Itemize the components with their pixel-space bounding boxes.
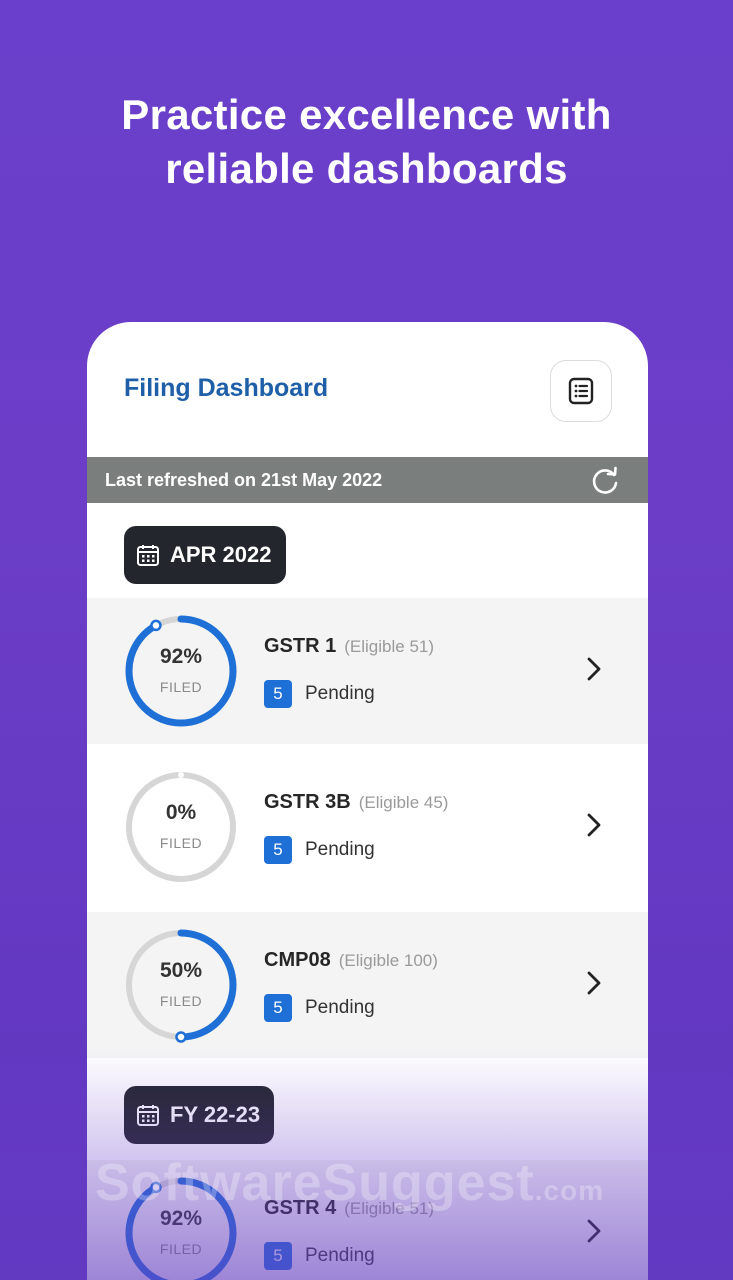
eligible-count: (Eligible 45) bbox=[358, 793, 449, 812]
filing-dashboard-card: Filing Dashboard Last refreshed on 21st … bbox=[87, 322, 648, 1280]
progress-ring bbox=[126, 772, 236, 882]
filed-percent: 0% bbox=[165, 801, 197, 824]
menu-button[interactable] bbox=[550, 360, 612, 422]
ring-start-tick bbox=[178, 772, 184, 778]
calendar-icon bbox=[137, 545, 159, 566]
pending-label: Pending bbox=[305, 839, 375, 860]
form-name: CMP08 (Eligible 100) bbox=[264, 949, 438, 972]
form-name: GSTR 1 (Eligible 51) bbox=[264, 635, 434, 658]
ring-end-dot bbox=[175, 1031, 187, 1043]
filed-label: FILED bbox=[159, 679, 203, 695]
last-refreshed-text: Last refreshed on 21st May 2022 bbox=[105, 470, 383, 490]
headline-line-1: Practice excellence with bbox=[121, 91, 612, 138]
refresh-bar: Last refreshed on 21st May 2022 bbox=[87, 457, 648, 503]
filed-percent: 50% bbox=[159, 959, 203, 982]
chevron-right-icon[interactable] bbox=[584, 656, 604, 682]
headline: Practice excellence with reliable dashbo… bbox=[0, 88, 733, 196]
filed-percent: 92% bbox=[159, 645, 203, 668]
ring-end-dot bbox=[150, 619, 162, 632]
filed-label: FILED bbox=[159, 1241, 203, 1257]
pending-count-badge: 5 bbox=[264, 680, 292, 708]
chevron-right-icon[interactable] bbox=[584, 1218, 604, 1244]
period-label: APR 2022 bbox=[170, 542, 272, 567]
pending-label: Pending bbox=[305, 997, 375, 1018]
progress-ring bbox=[125, 615, 237, 727]
form-code: GSTR 3B bbox=[264, 791, 351, 813]
watermark: SoftwareSuggest.com bbox=[95, 1153, 604, 1213]
filing-row-gstr1[interactable]: 92% FILED GSTR 1 (Eligible 51) 5 Pending bbox=[87, 598, 648, 744]
form-code: CMP08 bbox=[264, 949, 331, 971]
eligible-count: (Eligible 51) bbox=[344, 637, 435, 656]
form-code: GSTR 1 bbox=[264, 635, 337, 657]
list-icon bbox=[568, 377, 594, 405]
refresh-icon[interactable] bbox=[589, 465, 621, 497]
ring-progress-arc bbox=[125, 615, 237, 727]
form-name: GSTR 3B (Eligible 45) bbox=[264, 791, 448, 814]
watermark-text: SoftwareSuggest bbox=[95, 1154, 535, 1212]
chevron-right-icon[interactable] bbox=[584, 970, 604, 996]
pending-label: Pending bbox=[305, 683, 375, 704]
dashboard-title: Filing Dashboard bbox=[124, 374, 329, 402]
watermark-suffix: .com bbox=[534, 1175, 605, 1206]
filing-row-cmp08[interactable]: 50% FILED CMP08 (Eligible 100) 5 Pending bbox=[87, 912, 648, 1058]
pending-count-badge: 5 bbox=[264, 994, 292, 1022]
pending-count-badge: 5 bbox=[264, 1242, 292, 1270]
headline-line-2: reliable dashboards bbox=[165, 145, 568, 192]
calendar-icon bbox=[137, 1105, 159, 1126]
card-header: Filing Dashboard bbox=[87, 322, 648, 457]
eligible-count: (Eligible 100) bbox=[338, 951, 438, 970]
progress-ring bbox=[125, 929, 237, 1043]
ring-track bbox=[126, 772, 236, 882]
filing-row-gstr3b[interactable]: 0% FILED GSTR 3B (Eligible 45) 5 Pending bbox=[87, 754, 648, 900]
filed-label: FILED bbox=[159, 835, 203, 851]
period-pill-fy-22-23[interactable]: FY 22-23 bbox=[124, 1086, 275, 1144]
pending-count-badge: 5 bbox=[264, 836, 292, 864]
pending-label: Pending bbox=[305, 1245, 375, 1266]
period-label: FY 22-23 bbox=[170, 1102, 261, 1127]
period-pill-apr-2022[interactable]: APR 2022 bbox=[124, 526, 286, 584]
chevron-right-icon[interactable] bbox=[584, 812, 604, 838]
filed-label: FILED bbox=[159, 993, 203, 1009]
